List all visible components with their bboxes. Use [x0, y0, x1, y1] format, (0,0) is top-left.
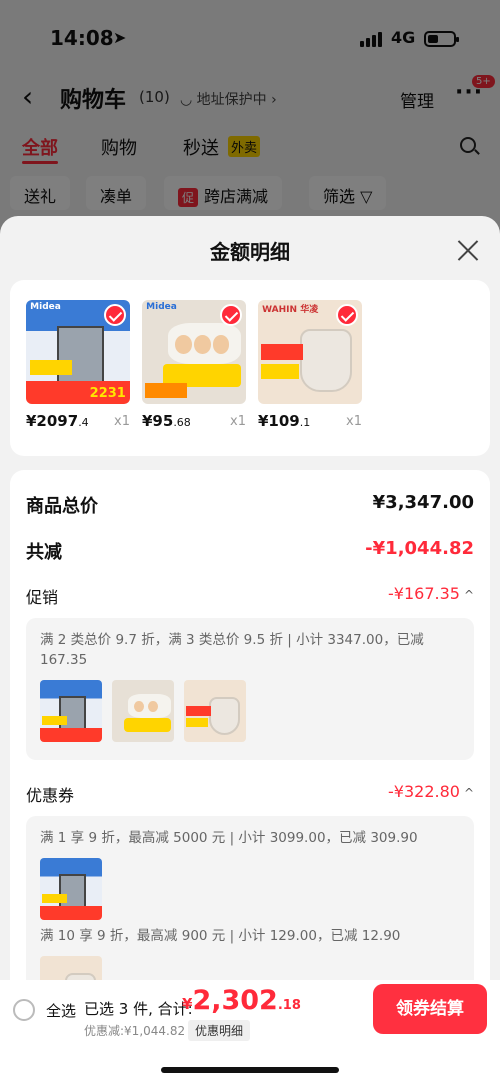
grand-total: ¥2,302.18	[182, 985, 301, 1016]
selected-check-icon[interactable]	[336, 304, 358, 326]
selected-check-icon[interactable]	[220, 304, 242, 326]
product-item[interactable]: Midea ¥95.68 x1	[142, 300, 258, 430]
coupon-rule-text: 满 1 享 9 折，最高减 5000 元 | 小计 3099.00，已减 309…	[40, 830, 418, 846]
coupon-value[interactable]: -¥322.80 ^	[388, 782, 474, 801]
discount-summary: 优惠减:¥1,044.82	[84, 1024, 186, 1038]
product-qty: x1	[114, 414, 130, 429]
product-item[interactable]: Midea 2231 ¥2097.4 x1	[26, 300, 142, 430]
checkout-button[interactable]: 领券结算	[373, 984, 487, 1034]
promo-rule-text: 满 2 类总价 9.7 折，满 3 类总价 9.5 折 | 小计 3347.00…	[40, 632, 424, 668]
promo-product-thumb	[112, 680, 174, 742]
amount-detail-sheet: 金额明细 Midea 2231 ¥2097.4 x1 Midea ¥95.68 …	[0, 216, 500, 1083]
coupon-label: 优惠券	[26, 786, 75, 805]
product-price: ¥2097.4	[26, 412, 89, 430]
coupon-rule-text: 满 10 享 9 折，最高减 900 元 | 小计 129.00，已减 12.9…	[40, 928, 401, 944]
brand-logo: WAHIN 华凌	[262, 305, 319, 316]
promo-value[interactable]: -¥167.35 ^	[388, 584, 474, 603]
product-qty: x1	[346, 414, 362, 429]
chevron-up-icon: ^	[463, 588, 474, 602]
sheet-title: 金额明细	[210, 240, 290, 264]
select-all-label[interactable]: 全选	[46, 1000, 76, 1021]
brand-logo: Midea	[30, 302, 61, 313]
brand-logo: Midea	[146, 302, 177, 313]
product-image: Midea	[142, 300, 246, 404]
selected-products-card: Midea 2231 ¥2097.4 x1 Midea ¥95.68 x1 WA…	[10, 280, 490, 456]
coupon-product-thumb	[40, 858, 102, 920]
image-promo-price: 2231	[89, 385, 126, 401]
discount-detail-button[interactable]: 优惠明细	[188, 1020, 251, 1041]
product-item[interactable]: WAHIN 华凌 ¥109.1 x1	[258, 300, 374, 430]
product-image: Midea 2231	[26, 300, 130, 404]
promo-detail-box: 满 2 类总价 9.7 折，满 3 类总价 9.5 折 | 小计 3347.00…	[26, 618, 474, 760]
selected-summary: 已选 3 件, 合计:	[84, 1000, 193, 1018]
select-all-radio[interactable]	[13, 999, 35, 1021]
reduce-label: 共减	[26, 542, 62, 563]
promo-product-thumb	[184, 680, 246, 742]
home-indicator	[161, 1067, 339, 1073]
total-label: 商品总价	[26, 496, 98, 517]
product-qty: x1	[230, 414, 246, 429]
close-icon[interactable]	[456, 238, 480, 262]
chevron-up-icon: ^	[463, 786, 474, 800]
product-image: WAHIN 华凌	[258, 300, 362, 404]
reduce-value: -¥1,044.82	[365, 538, 474, 559]
total-value: ¥3,347.00	[372, 492, 474, 513]
checkout-bar: 全选 已选 3 件, 合计: ¥2,302.18 优惠减:¥1,044.82 优…	[0, 980, 500, 1083]
promo-product-thumb	[40, 680, 102, 742]
selected-check-icon[interactable]	[104, 304, 126, 326]
product-price: ¥109.1	[258, 412, 311, 430]
product-price: ¥95.68	[142, 412, 191, 430]
promo-label: 促销	[26, 588, 59, 607]
